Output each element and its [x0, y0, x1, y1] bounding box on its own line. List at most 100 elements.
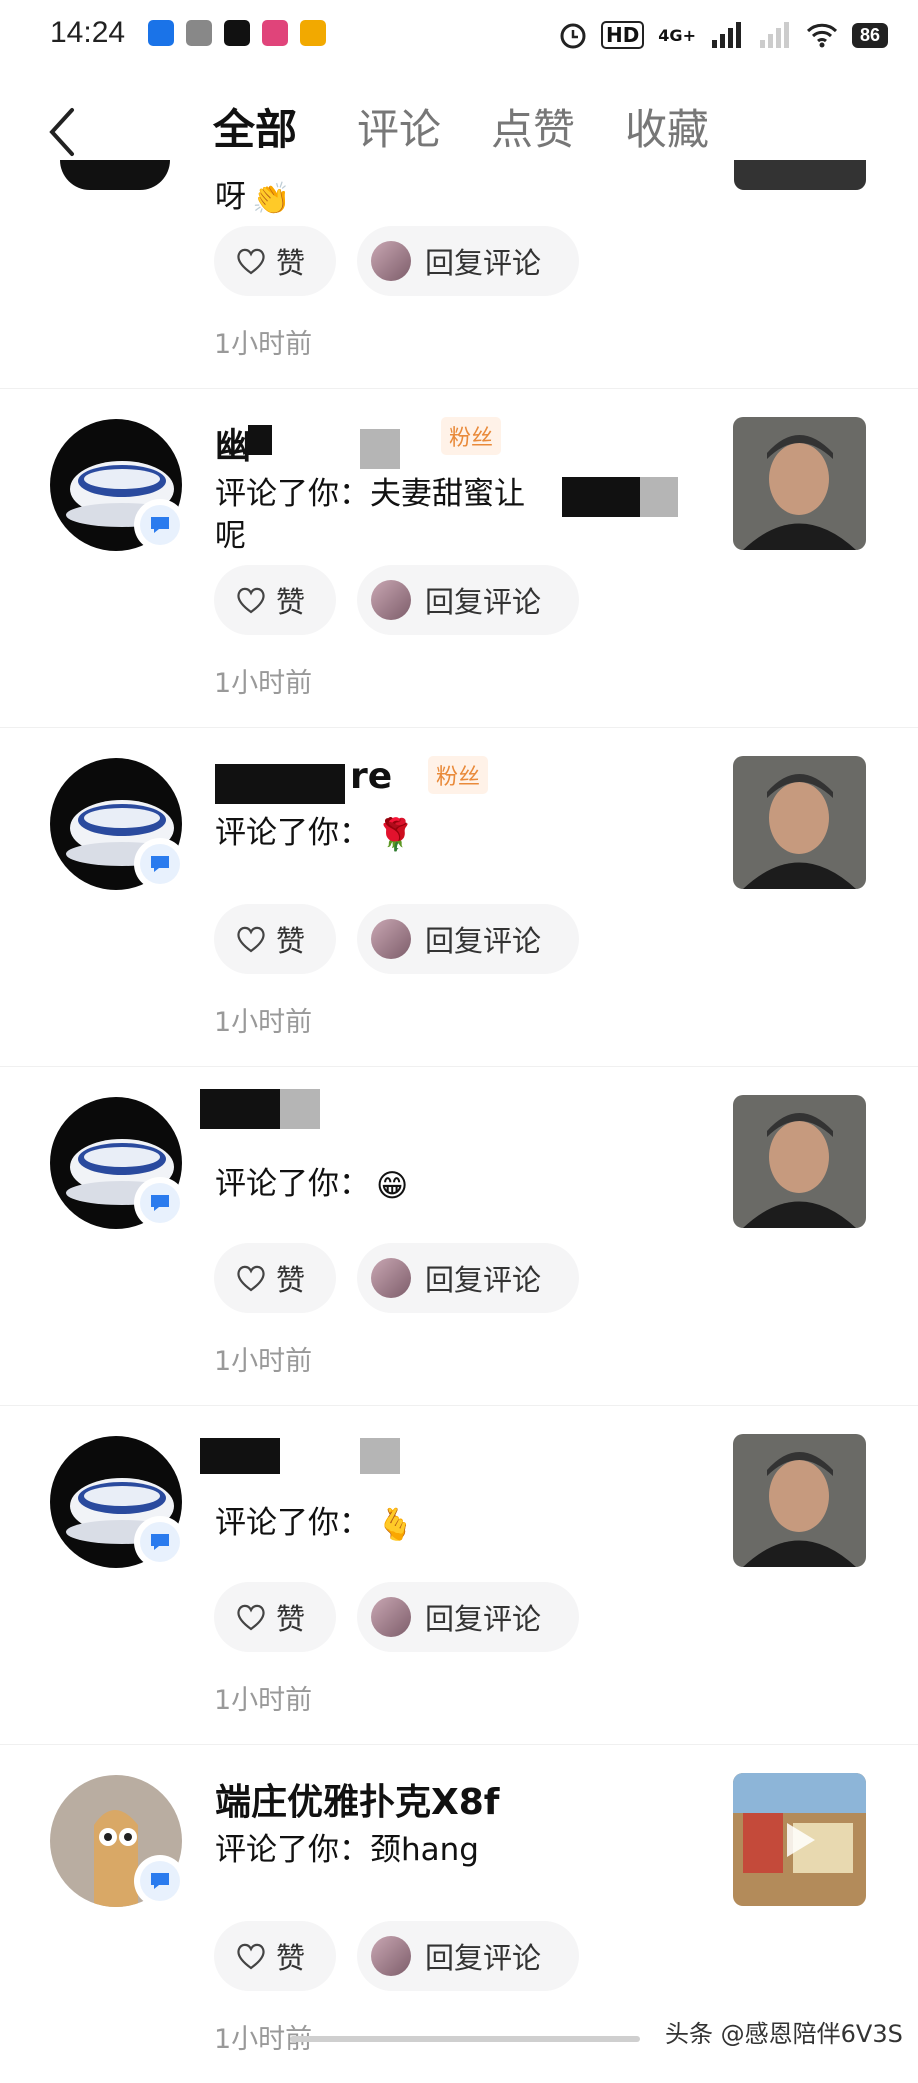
list-item: 评论了你： 🫰 赞 回复评论 1小时前: [0, 1406, 918, 1745]
like-button[interactable]: 赞: [214, 1582, 336, 1652]
user-avatar-small: [371, 241, 411, 281]
like-label: 赞: [276, 1602, 306, 1636]
user-avatar-small: [371, 1258, 411, 1298]
user-avatar-small: [371, 1597, 411, 1637]
top-nav: 全部 评论 点赞 收藏: [0, 90, 918, 170]
person-photo-icon: [733, 1434, 866, 1567]
emoji: 😁: [376, 1167, 409, 1204]
time-ago: 1小时前: [214, 1346, 313, 1377]
message-icon: [151, 1873, 169, 1889]
redaction: [248, 425, 272, 455]
redaction: [562, 477, 640, 517]
app-notification-icon: [148, 20, 174, 46]
post-thumbnail[interactable]: [733, 1434, 866, 1567]
post-thumbnail[interactable]: [733, 756, 866, 889]
reply-label: 回复评论: [425, 585, 542, 619]
street-video-icon: [733, 1773, 866, 1906]
time-ago: 1小时前: [214, 668, 313, 699]
home-indicator[interactable]: [290, 2036, 640, 2042]
like-label: 赞: [276, 924, 306, 958]
user-avatar-small: [371, 1936, 411, 1976]
like-button[interactable]: 赞: [214, 1921, 336, 1991]
reply-button[interactable]: 回复评论: [357, 1582, 579, 1652]
video-thumbnail[interactable]: [733, 1773, 866, 1906]
comment-badge: [134, 499, 186, 551]
time-ago: 1小时前: [214, 1007, 313, 1038]
toutiao-notification-icon: [186, 20, 212, 46]
user-name[interactable]: re: [350, 756, 392, 797]
redaction: [215, 764, 345, 804]
reply-label: 回复评论: [425, 924, 542, 958]
message-icon: [151, 1195, 169, 1211]
emoji: 👏: [252, 180, 291, 217]
list-item: 评论了你： 😁 赞 回复评论 1小时前: [0, 1067, 918, 1406]
heart-icon: [237, 1265, 265, 1292]
comment-badge: [134, 838, 186, 890]
like-button[interactable]: 赞: [214, 1243, 336, 1313]
status-time: 14:24: [50, 16, 126, 49]
tab-comments[interactable]: 评论: [357, 96, 441, 157]
comment-text: 评论了你： 🫰: [215, 1502, 705, 1546]
reply-button[interactable]: 回复评论: [357, 565, 579, 635]
reply-button[interactable]: 回复评论: [357, 1243, 579, 1313]
heart-icon: [237, 1604, 265, 1631]
user-name[interactable]: 端庄优雅扑克X8f: [215, 1773, 499, 1825]
person-photo-icon: [733, 756, 866, 889]
status-bar: 14:24 HD 4G+ 86: [0, 0, 918, 70]
wifi-icon: [806, 23, 838, 48]
tab-all[interactable]: 全部: [213, 96, 297, 157]
like-label: 赞: [276, 246, 306, 280]
like-label: 赞: [276, 1941, 306, 1975]
user-avatar-small: [371, 580, 411, 620]
message-icon: [151, 856, 169, 872]
like-label: 赞: [276, 585, 306, 619]
reply-button[interactable]: 回复评论: [357, 904, 579, 974]
network-label: 4G+: [658, 25, 696, 45]
weibo-notification-icon: [300, 20, 326, 46]
redaction: [200, 1438, 280, 1474]
person-photo-icon: [733, 1095, 866, 1228]
user-avatar-small: [371, 919, 411, 959]
post-thumbnail[interactable]: [733, 1095, 866, 1228]
post-thumbnail[interactable]: [733, 417, 866, 550]
list-item: re 粉丝 评论了你： 🌹 赞 回复评论 1小时前: [0, 728, 918, 1067]
comment-text: 评论了你：颈hang: [215, 1832, 479, 1868]
emoji: 🫰: [376, 1506, 415, 1543]
person-photo-icon: [733, 417, 866, 550]
alarm-icon: [560, 23, 586, 49]
reply-label: 回复评论: [425, 1941, 542, 1975]
user-name[interactable]: 幽: [215, 417, 251, 469]
avatar: [60, 160, 170, 190]
reply-button[interactable]: 回复评论: [357, 226, 579, 296]
like-button[interactable]: 赞: [214, 226, 336, 296]
signal-2-icon: [759, 22, 789, 48]
tab-favorites[interactable]: 收藏: [625, 96, 709, 157]
reply-label: 回复评论: [425, 246, 542, 280]
heart-icon: [237, 926, 265, 953]
signal-icon: [711, 22, 741, 48]
time-ago: 1小时前: [214, 329, 313, 360]
reply-label: 回复评论: [425, 1263, 542, 1297]
like-button[interactable]: 赞: [214, 565, 336, 635]
list-item: 幽 粉丝 评论了你：夫妻甜蜜让呢 赞 回复评论 1小时前: [0, 389, 918, 728]
heart-icon: [237, 1943, 265, 1970]
battery-level: 86: [851, 22, 888, 48]
back-arrow-icon[interactable]: [38, 102, 88, 162]
comment-text: 评论了你： 🌹: [215, 812, 705, 856]
notification-list: 呀 👏 赞 回复评论 1小时前 幽 粉丝 评论了你：夫妻甜蜜让呢 赞 回复评论 …: [0, 160, 918, 2083]
list-item: 呀 👏 赞 回复评论 1小时前: [0, 160, 918, 389]
time-ago: 1小时前: [214, 1685, 313, 1716]
status-icons: HD 4G+ 86: [559, 18, 888, 52]
tab-likes[interactable]: 点赞: [491, 96, 575, 157]
post-thumbnail[interactable]: [734, 160, 866, 190]
fan-badge: 粉丝: [441, 417, 502, 455]
message-icon: [151, 1534, 169, 1550]
reply-label: 回复评论: [425, 1602, 542, 1636]
like-button[interactable]: 赞: [214, 904, 336, 974]
heart-icon: [237, 248, 265, 275]
redaction: [200, 1089, 280, 1129]
heart-icon: [237, 587, 265, 614]
reply-button[interactable]: 回复评论: [357, 1921, 579, 1991]
comment-text: 评论了你： 😁: [215, 1163, 705, 1207]
hd-icon: HD: [600, 21, 645, 49]
